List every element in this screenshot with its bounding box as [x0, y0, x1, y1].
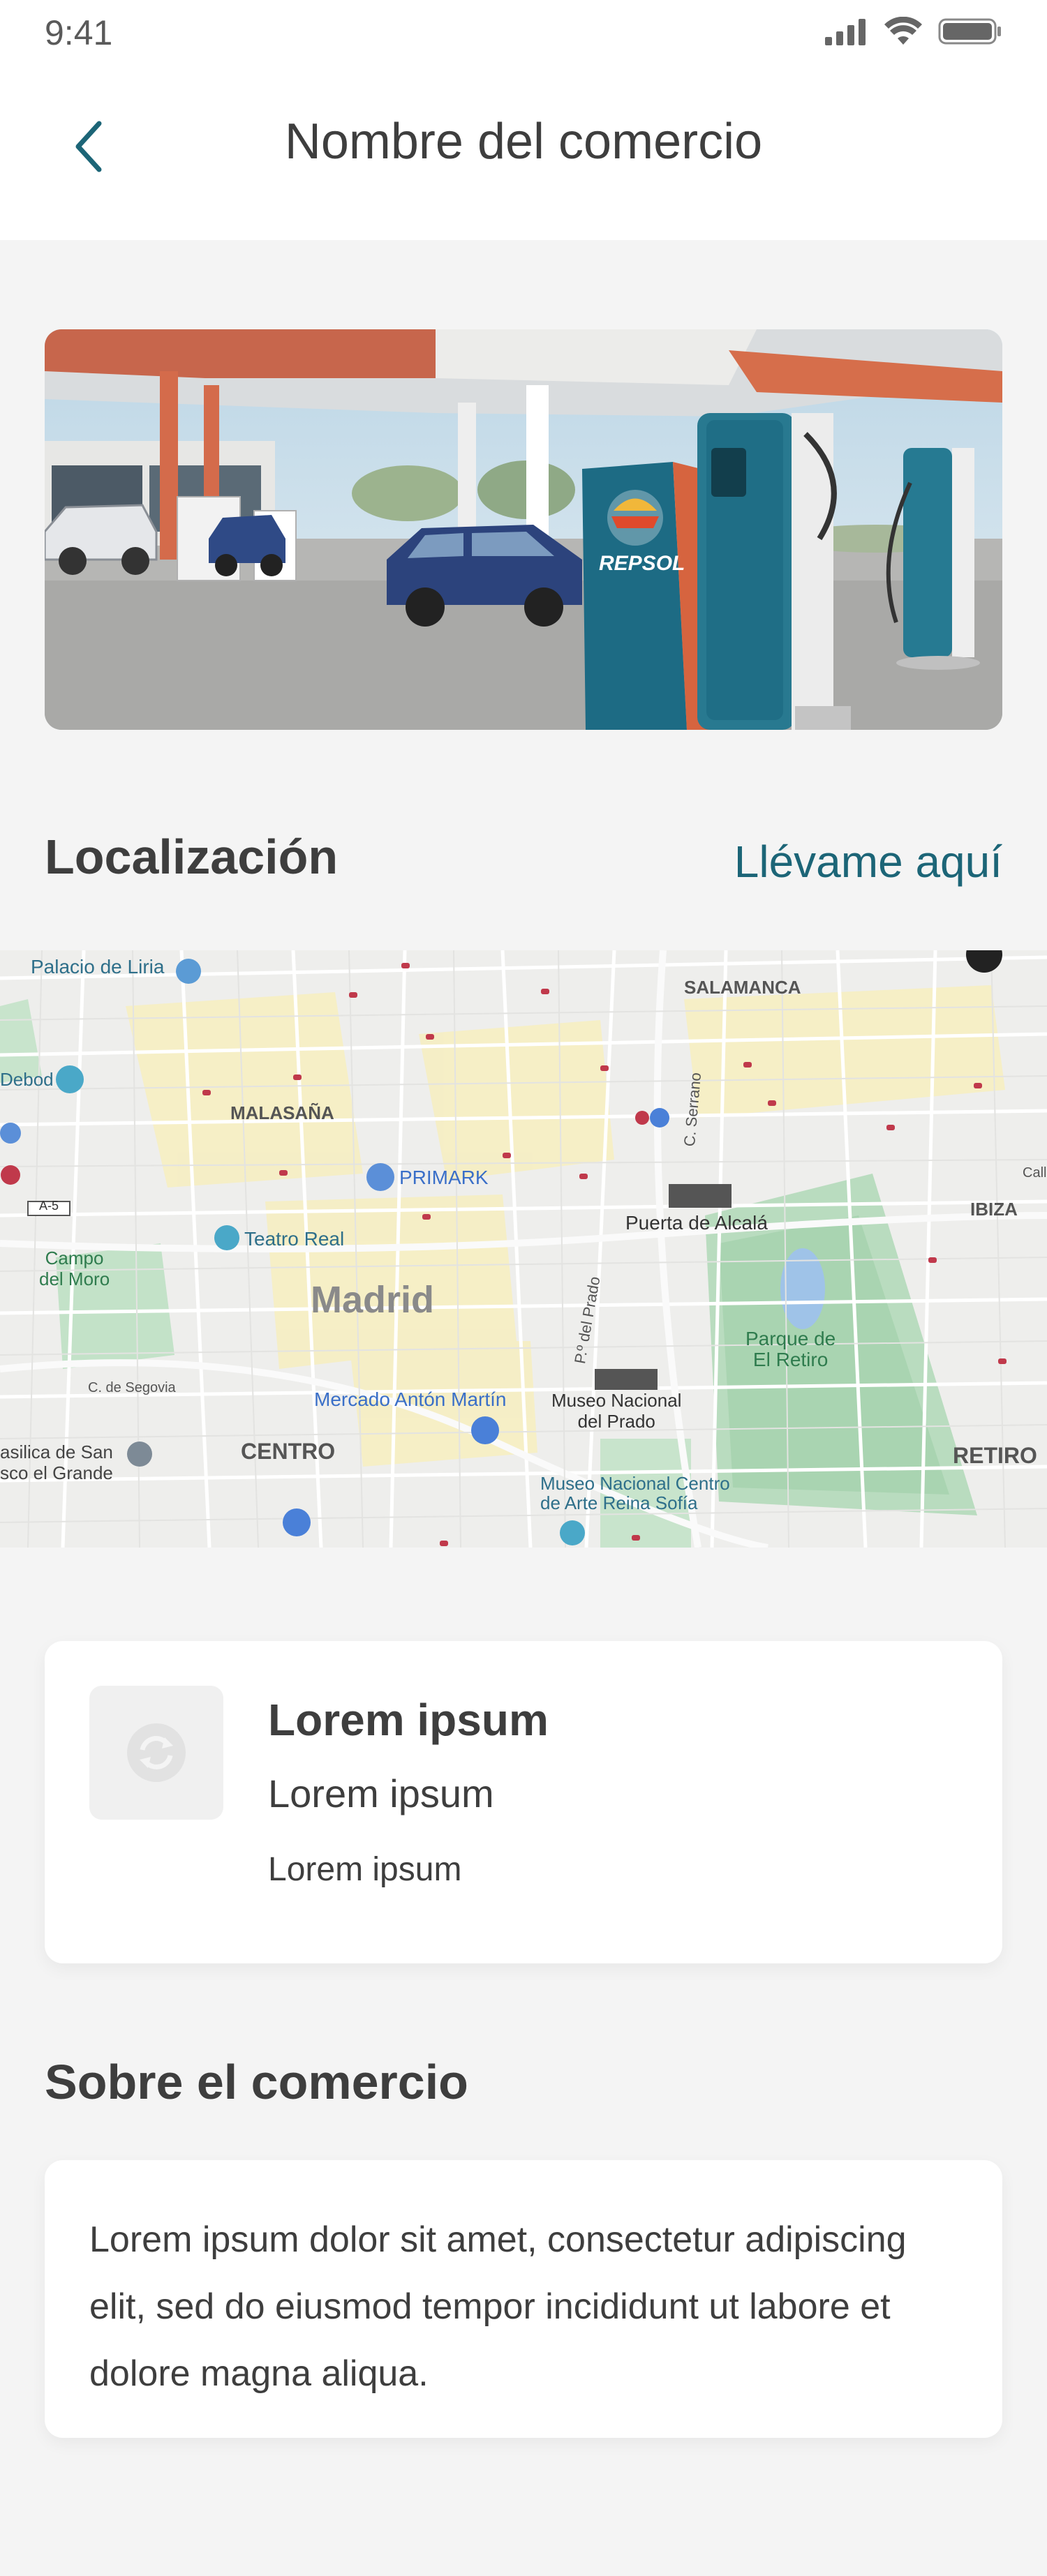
map-label-alcala: Puerta de Alcalá [625, 1212, 768, 1234]
map-label-retiro: RETIRO [953, 1443, 1037, 1468]
map-label-calle: Call [1023, 1165, 1047, 1181]
repsol-logo-text: REPSOL [599, 552, 685, 575]
page-title: Nombre del comercio [284, 114, 763, 170]
about-text: Lorem ipsum dolor sit amet, consectetur … [89, 2219, 907, 2394]
map-label-a5: A-5 [39, 1199, 59, 1213]
map-label-retiro-park: Parque de El Retiro [745, 1328, 836, 1370]
map-label-basilica: asilica de San sco el Grande [0, 1441, 113, 1483]
thumbnail-placeholder [89, 1686, 223, 1820]
card-subtitle: Lorem ipsum [268, 1772, 494, 1815]
map-label-madrid: Madrid [311, 1279, 435, 1321]
map-label-debod: Debod [0, 1069, 54, 1090]
location-title: Localización [45, 830, 339, 884]
map-label-ibiza: IBIZA [970, 1199, 1018, 1220]
hero-image: REPSOL [45, 329, 1002, 730]
map-background [0, 950, 1047, 1548]
map-label-salamanca: SALAMANCA [684, 977, 801, 998]
map-label-campo: Campo del Moro [39, 1248, 110, 1289]
card-detail: Lorem ipsum [268, 1851, 462, 1888]
about-card: Lorem ipsum dolor sit amet, consectetur … [45, 2160, 1002, 2438]
status-icons [824, 17, 1002, 46]
status-bar: 9:41 [0, 0, 1047, 70]
about-title: Sobre el comercio [45, 2055, 468, 2109]
wifi-icon [884, 17, 922, 45]
map-label-segovia: C. de Segovia [88, 1380, 176, 1395]
map-label-mercado: Mercado Antón Martín [314, 1388, 507, 1410]
refresh-icon [127, 1723, 186, 1782]
status-time: 9:41 [45, 13, 113, 52]
map-label-palacio: Palacio de Liria [31, 956, 165, 978]
card-title: Lorem ipsum [268, 1695, 549, 1745]
signal-icon [825, 19, 866, 45]
map-label-malasana: MALASAÑA [230, 1102, 334, 1123]
info-card[interactable]: Lorem ipsum Lorem ipsum Lorem ipsum [45, 1641, 1002, 1963]
map-label-primark: PRIMARK [399, 1167, 489, 1188]
gas-station-illustration: REPSOL [45, 329, 1002, 730]
map-label-museo-prado: Museo Nacional del Prado [551, 1390, 682, 1432]
map-label-reina-sofia: Museo Nacional Centro de Arte Reina Sofí… [540, 1473, 730, 1513]
battery-icon [938, 18, 1001, 45]
map-label-centro: CENTRO [241, 1439, 336, 1464]
map-label-teatro: Teatro Real [244, 1228, 345, 1250]
header: Nombre del comercio [0, 70, 1047, 240]
map[interactable]: Palacio de Liria SALAMANCA Debod MALASAÑ… [0, 950, 1047, 1548]
take-me-there-link[interactable]: Llévame aquí [734, 836, 1002, 888]
